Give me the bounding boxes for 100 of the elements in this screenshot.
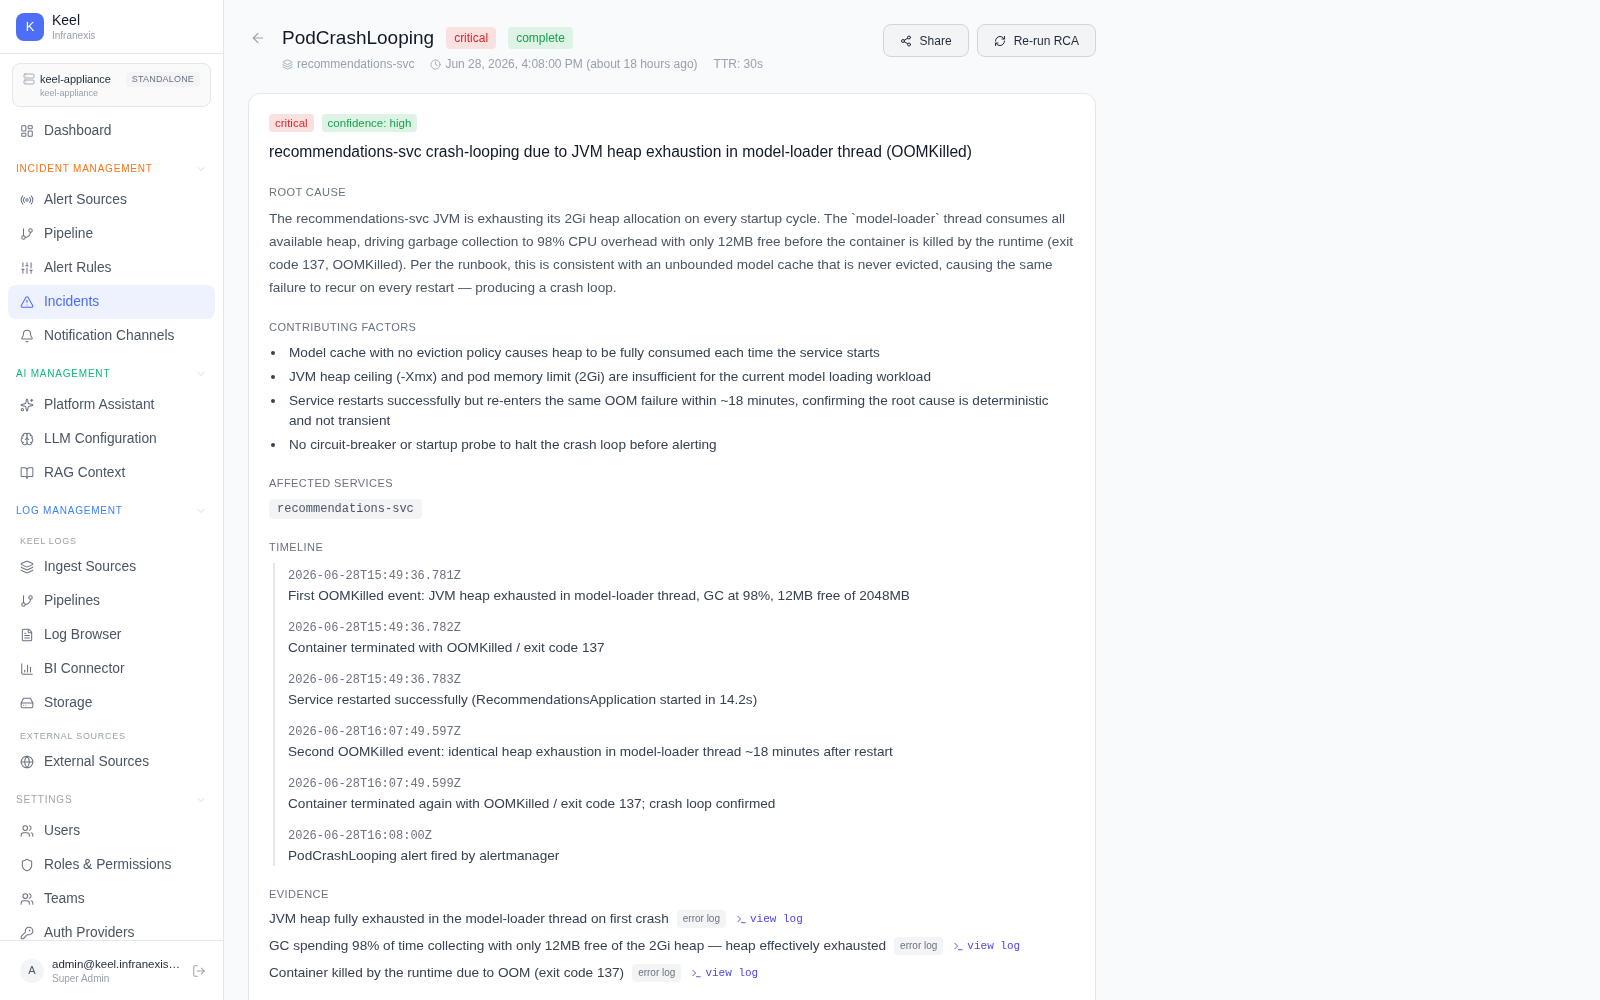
instance-name: keel-appliance xyxy=(40,72,111,87)
nav-item[interactable]: Platform Assistant xyxy=(8,388,215,422)
event-timestamp: 2026-06-28T16:07:49.599Z xyxy=(288,776,462,792)
confidence-badge: confidence: high xyxy=(321,114,418,132)
nav-item[interactable]: External Sources xyxy=(8,745,215,779)
event-text: Container terminated again with OOMKilled / exit code 137; crash loop confirmed xyxy=(288,795,777,813)
brain-icon xyxy=(20,432,34,446)
nav-item[interactable]: Log Browser xyxy=(8,618,215,652)
sparkles-icon xyxy=(20,398,34,412)
users-icon xyxy=(20,892,34,906)
warning-triangle-icon xyxy=(20,295,34,309)
source-badge: error log xyxy=(632,964,682,982)
share-icon xyxy=(899,34,912,47)
nav-item[interactable]: Dashboard xyxy=(8,114,215,148)
event-timestamp: 2026-06-28T15:49:36.783Z xyxy=(288,672,462,688)
section-heading: EVIDENCE xyxy=(269,887,330,902)
clock-icon xyxy=(430,58,442,70)
nav-item[interactable]: RAG Context xyxy=(8,456,215,490)
nav-item[interactable]: Pipeline xyxy=(8,217,215,251)
key-icon xyxy=(20,926,34,940)
service-chip: recommendations-svc xyxy=(269,499,422,519)
nav-item[interactable]: BI Connector xyxy=(8,652,215,686)
source-badge: error log xyxy=(894,937,944,955)
branch-icon xyxy=(20,594,34,608)
event-text: Service restarted successfully (RecommendationsApplication started in 14.2s) xyxy=(288,691,759,709)
nav-item[interactable]: Roles & Permissions xyxy=(8,848,215,882)
view-log-link[interactable]: view log xyxy=(736,911,803,927)
evidence-text: JVM heap fully exhausted in the model-loader thread on first crash xyxy=(269,910,669,928)
section-title: LOG MANAGEMENT xyxy=(16,504,123,518)
share-button[interactable]: Share xyxy=(882,24,969,57)
globe-icon xyxy=(20,755,34,769)
terminal-icon xyxy=(736,913,747,925)
bullet-icon xyxy=(271,399,275,403)
instance-host: keel-appliance xyxy=(39,87,100,99)
nav-item[interactable]: Alert Rules xyxy=(8,251,215,285)
nav-item[interactable]: Storage xyxy=(8,686,215,720)
event-timestamp: 2026-06-28T15:49:36.781Z xyxy=(288,568,462,584)
nav-item[interactable]: Alert Sources xyxy=(8,183,215,217)
nav-item[interactable]: LLM Configuration xyxy=(8,422,215,456)
logout-icon xyxy=(192,963,206,978)
severity-badge: critical xyxy=(269,114,314,132)
bullet-icon xyxy=(271,443,275,447)
org-name: Infranexis xyxy=(52,29,96,42)
radio-waves-icon xyxy=(20,193,34,207)
view-log-link[interactable]: view log xyxy=(953,938,1021,954)
subsection-title: KEEL LOGS xyxy=(19,535,78,548)
nav-item[interactable]: Users xyxy=(8,814,215,848)
server-icon xyxy=(23,73,35,85)
bell-icon xyxy=(20,329,34,343)
rca-summary: recommendations-svc crash-looping due to JVM heap exhaustion in model-loader thread (OOMKilled) xyxy=(269,142,973,162)
section-title: INCIDENT MANAGEMENT xyxy=(16,162,153,176)
root-cause-text: The recommendations-svc JVM is exhausting its 2Gi heap allocation on every startup cycle. The `model-loader` thread consumes all available heap, driving garbage collection to 98% CPU overhead with only 12MB free before the container is killed by the runtime (exit code 137, OOMKilled). Per the runbook, this is consistent with an unbounded model cache that is never evicted, causing the same failure to recur on every restart — producing a crash loop. xyxy=(269,210,1074,297)
users-icon xyxy=(20,824,34,838)
bullet-icon xyxy=(271,375,275,379)
layers-icon xyxy=(20,560,34,574)
nav-item[interactable]: Incidents xyxy=(8,285,215,319)
sliders-icon xyxy=(20,261,34,275)
event-timestamp: 2026-06-28T16:08:00Z xyxy=(288,828,434,844)
subsection-title: EXTERNAL SOURCES xyxy=(19,730,127,743)
nav-item[interactable]: Ingest Sources xyxy=(8,550,215,584)
refresh-icon xyxy=(993,34,1006,47)
open-book-icon xyxy=(20,466,34,480)
document-icon xyxy=(20,628,34,642)
factor-text: Service restarts successfully but re-enters the same OOM failure within ~18 minutes, confirming the root cause is deterministic and not transient xyxy=(289,392,1050,430)
section-title: SETTINGS xyxy=(16,793,73,807)
hard-drive-icon xyxy=(20,696,34,710)
bar-chart-icon xyxy=(20,662,34,676)
factor-text: JVM heap ceiling (-Xmx) and pod memory limit (2Gi) are insufficient for the current model loading workload xyxy=(289,368,931,386)
evidence-text: GC spending 98% of time collecting with only 12MB free of the 2Gi heap — heap effectively exhausted xyxy=(269,937,887,955)
dashboard-grid-icon xyxy=(20,124,34,138)
source-badge: error log xyxy=(676,910,726,928)
event-timestamp: 2026-06-28T16:07:49.597Z xyxy=(288,724,462,740)
app-name: Keel xyxy=(52,11,82,29)
user-role: Super Admin xyxy=(52,971,111,986)
event-text: Container terminated with OOMKilled / exit code 137 xyxy=(288,639,606,657)
branch-icon xyxy=(20,227,34,241)
section-heading: ROOT CAUSE xyxy=(269,185,347,200)
section-heading: TIMELINE xyxy=(269,540,325,555)
shield-icon xyxy=(20,858,34,872)
event-timestamp: 2026-06-28T15:49:36.782Z xyxy=(288,620,462,636)
ttr-value: TTR: 30s xyxy=(713,56,763,72)
evidence-text: Container killed by the runtime due to OOM (exit code 137) xyxy=(269,964,625,982)
service-name: recommendations-svc xyxy=(297,56,415,72)
view-log-link[interactable]: view log xyxy=(691,965,759,981)
nav-item[interactable]: Auth Providers xyxy=(8,916,215,940)
terminal-icon xyxy=(953,940,965,952)
nav-item[interactable]: Pipelines xyxy=(8,584,215,618)
nav-item[interactable]: Notification Channels xyxy=(8,319,215,353)
user-email: admin@keel.infranexis… xyxy=(52,956,181,972)
status-badge: complete xyxy=(508,27,573,49)
event-text: Second OOMKilled event: identical heap exhaustion in model-loader thread ~18 minutes after restart xyxy=(288,743,894,761)
user-avatar: A xyxy=(20,958,44,983)
rerun-rca-button[interactable]: Re-run RCA xyxy=(976,24,1096,57)
section-heading: CONTRIBUTING FACTORS xyxy=(269,320,418,335)
nav-item[interactable]: Teams xyxy=(8,882,215,916)
section-title: AI MANAGEMENT xyxy=(16,367,111,381)
mode-badge: STANDALONE xyxy=(125,71,200,87)
incident-title: PodCrashLooping xyxy=(282,26,435,50)
factor-text: No circuit-breaker or startup probe to halt the crash loop before alerting xyxy=(289,436,717,454)
event-text: PodCrashLooping alert fired by alertmanager xyxy=(288,847,561,865)
